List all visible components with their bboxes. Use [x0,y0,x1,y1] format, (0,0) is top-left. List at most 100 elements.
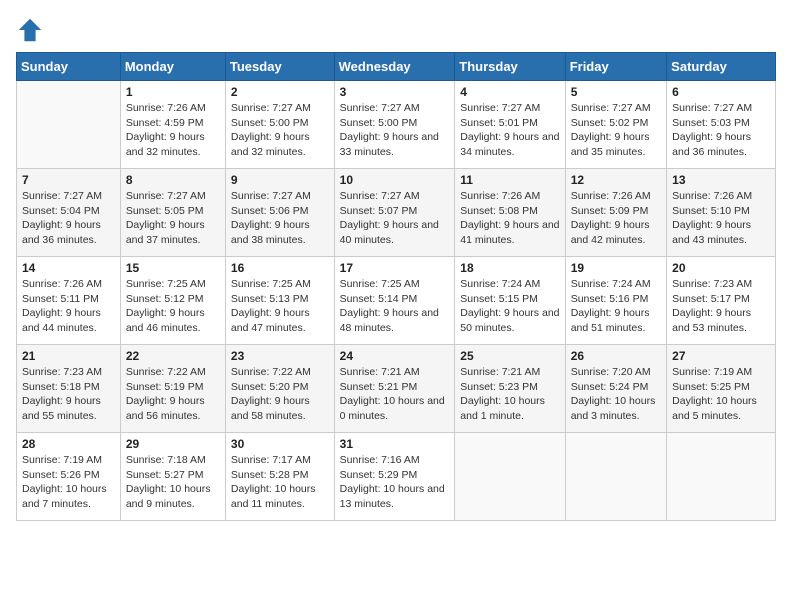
day-number: 5 [571,85,661,99]
day-number: 7 [22,173,115,187]
calendar-cell [17,81,121,169]
day-number: 15 [126,261,220,275]
weekday-header: Friday [565,53,666,81]
calendar-cell [667,433,776,521]
calendar-cell: 24 Sunrise: 7:21 AMSunset: 5:21 PMDayligh… [334,345,455,433]
calendar-cell: 3 Sunrise: 7:27 AMSunset: 5:00 PMDaylight… [334,81,455,169]
day-sun-info: Sunrise: 7:24 AMSunset: 5:16 PMDaylight:… [571,277,661,336]
day-sun-info: Sunrise: 7:27 AMSunset: 5:05 PMDaylight:… [126,189,220,248]
weekday-header-row: SundayMondayTuesdayWednesdayThursdayFrid… [17,53,776,81]
calendar-cell: 10Sunrise: 7:27 AMSunset: 5:07 PMDayligh… [334,169,455,257]
calendar-cell: 1 Sunrise: 7:26 AMSunset: 4:59 PMDaylight… [120,81,225,169]
calendar-cell: 23 Sunrise: 7:22 AMSunset: 5:20 PMDayligh… [225,345,334,433]
day-sun-info: Sunrise: 7:25 AMSunset: 5:12 PMDaylight:… [126,277,220,336]
day-sun-info: Sunrise: 7:23 AMSunset: 5:17 PMDaylight:… [672,277,770,336]
calendar-cell: 30Sunrise: 7:17 AMSunset: 5:28 PMDayligh… [225,433,334,521]
calendar-cell: 28 Sunrise: 7:19 AMSunset: 5:26 PMDayligh… [17,433,121,521]
calendar-cell: 13 Sunrise: 7:26 AMSunset: 5:10 PMDayligh… [667,169,776,257]
day-sun-info: Sunrise: 7:27 AMSunset: 5:04 PMDaylight:… [22,189,115,248]
day-number: 3 [340,85,450,99]
weekday-header: Monday [120,53,225,81]
day-number: 1 [126,85,220,99]
day-number: 11 [460,173,559,187]
day-sun-info: Sunrise: 7:19 AMSunset: 5:26 PMDaylight:… [22,453,115,512]
day-sun-info: Sunrise: 7:16 AMSunset: 5:29 PMDaylight:… [340,453,450,512]
day-sun-info: Sunrise: 7:19 AMSunset: 5:25 PMDaylight:… [672,365,770,424]
day-number: 6 [672,85,770,99]
day-sun-info: Sunrise: 7:26 AMSunset: 5:10 PMDaylight:… [672,189,770,248]
calendar-cell: 7 Sunrise: 7:27 AMSunset: 5:04 PMDaylight… [17,169,121,257]
calendar-cell: 5 Sunrise: 7:27 AMSunset: 5:02 PMDaylight… [565,81,666,169]
day-sun-info: Sunrise: 7:26 AMSunset: 4:59 PMDaylight:… [126,101,220,160]
day-sun-info: Sunrise: 7:27 AMSunset: 5:06 PMDaylight:… [231,189,329,248]
calendar-cell: 20 Sunrise: 7:23 AMSunset: 5:17 PMDayligh… [667,257,776,345]
day-number: 21 [22,349,115,363]
day-number: 28 [22,437,115,451]
day-number: 23 [231,349,329,363]
day-sun-info: Sunrise: 7:21 AMSunset: 5:21 PMDaylight:… [340,365,450,424]
logo-icon [16,16,44,44]
day-sun-info: Sunrise: 7:22 AMSunset: 5:20 PMDaylight:… [231,365,329,424]
weekday-header: Saturday [667,53,776,81]
day-sun-info: Sunrise: 7:26 AMSunset: 5:09 PMDaylight:… [571,189,661,248]
calendar-table: SundayMondayTuesdayWednesdayThursdayFrid… [16,52,776,521]
day-number: 12 [571,173,661,187]
calendar-cell: 29 Sunrise: 7:18 AMSunset: 5:27 PMDayligh… [120,433,225,521]
calendar-cell: 16Sunrise: 7:25 AMSunset: 5:13 PMDayligh… [225,257,334,345]
day-sun-info: Sunrise: 7:23 AMSunset: 5:18 PMDaylight:… [22,365,115,424]
day-number: 14 [22,261,115,275]
calendar-cell: 31 Sunrise: 7:16 AMSunset: 5:29 PMDayligh… [334,433,455,521]
day-number: 31 [340,437,450,451]
calendar-week-row: 1 Sunrise: 7:26 AMSunset: 4:59 PMDaylight… [17,81,776,169]
calendar-cell: 4 Sunrise: 7:27 AMSunset: 5:01 PMDaylight… [455,81,565,169]
day-number: 10 [340,173,450,187]
day-sun-info: Sunrise: 7:26 AMSunset: 5:08 PMDaylight:… [460,189,559,248]
day-sun-info: Sunrise: 7:26 AMSunset: 5:11 PMDaylight:… [22,277,115,336]
calendar-cell: 11 Sunrise: 7:26 AMSunset: 5:08 PMDayligh… [455,169,565,257]
calendar-cell: 18 Sunrise: 7:24 AMSunset: 5:15 PMDayligh… [455,257,565,345]
day-number: 19 [571,261,661,275]
day-number: 29 [126,437,220,451]
calendar-cell: 15 Sunrise: 7:25 AMSunset: 5:12 PMDayligh… [120,257,225,345]
day-number: 26 [571,349,661,363]
calendar-cell: 22 Sunrise: 7:22 AMSunset: 5:19 PMDayligh… [120,345,225,433]
day-sun-info: Sunrise: 7:25 AMSunset: 5:13 PMDaylight:… [231,277,329,336]
day-sun-info: Sunrise: 7:27 AMSunset: 5:03 PMDaylight:… [672,101,770,160]
calendar-cell [455,433,565,521]
calendar-week-row: 21 Sunrise: 7:23 AMSunset: 5:18 PMDayligh… [17,345,776,433]
day-number: 30 [231,437,329,451]
weekday-header: Wednesday [334,53,455,81]
calendar-cell: 27Sunrise: 7:19 AMSunset: 5:25 PMDayligh… [667,345,776,433]
day-sun-info: Sunrise: 7:18 AMSunset: 5:27 PMDaylight:… [126,453,220,512]
day-sun-info: Sunrise: 7:25 AMSunset: 5:14 PMDaylight:… [340,277,450,336]
calendar-cell: 25 Sunrise: 7:21 AMSunset: 5:23 PMDayligh… [455,345,565,433]
calendar-cell: 21 Sunrise: 7:23 AMSunset: 5:18 PMDayligh… [17,345,121,433]
day-number: 20 [672,261,770,275]
day-sun-info: Sunrise: 7:24 AMSunset: 5:15 PMDaylight:… [460,277,559,336]
day-number: 25 [460,349,559,363]
day-sun-info: Sunrise: 7:27 AMSunset: 5:00 PMDaylight:… [340,101,450,160]
weekday-header: Sunday [17,53,121,81]
calendar-cell: 17Sunrise: 7:25 AMSunset: 5:14 PMDayligh… [334,257,455,345]
calendar-cell [565,433,666,521]
day-number: 8 [126,173,220,187]
day-number: 22 [126,349,220,363]
page-header [16,16,776,44]
day-sun-info: Sunrise: 7:21 AMSunset: 5:23 PMDaylight:… [460,365,559,424]
day-sun-info: Sunrise: 7:27 AMSunset: 5:02 PMDaylight:… [571,101,661,160]
day-number: 13 [672,173,770,187]
calendar-cell: 9 Sunrise: 7:27 AMSunset: 5:06 PMDaylight… [225,169,334,257]
day-number: 9 [231,173,329,187]
day-sun-info: Sunrise: 7:27 AMSunset: 5:00 PMDaylight:… [231,101,329,160]
calendar-cell: 6 Sunrise: 7:27 AMSunset: 5:03 PMDaylight… [667,81,776,169]
calendar-cell: 2 Sunrise: 7:27 AMSunset: 5:00 PMDaylight… [225,81,334,169]
day-sun-info: Sunrise: 7:20 AMSunset: 5:24 PMDaylight:… [571,365,661,424]
calendar-week-row: 14 Sunrise: 7:26 AMSunset: 5:11 PMDayligh… [17,257,776,345]
day-sun-info: Sunrise: 7:27 AMSunset: 5:01 PMDaylight:… [460,101,559,160]
day-number: 18 [460,261,559,275]
day-number: 2 [231,85,329,99]
day-number: 4 [460,85,559,99]
calendar-cell: 19 Sunrise: 7:24 AMSunset: 5:16 PMDayligh… [565,257,666,345]
day-sun-info: Sunrise: 7:22 AMSunset: 5:19 PMDaylight:… [126,365,220,424]
day-number: 24 [340,349,450,363]
